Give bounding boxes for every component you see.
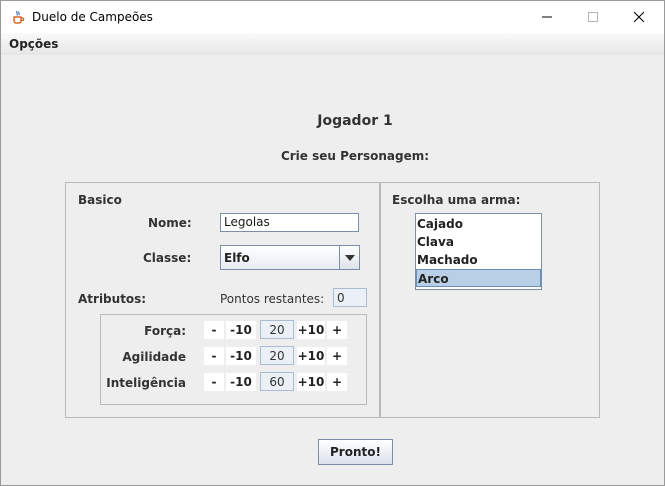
app-window: Duelo de Campeões Opções Jogador 1 Crie … (0, 0, 665, 486)
intelligence-plus10-button[interactable]: +10 (297, 373, 325, 391)
name-label: Nome: (148, 216, 192, 230)
chevron-down-icon (344, 254, 355, 261)
weapon-list[interactable]: Cajado Clava Machado Arco (415, 213, 542, 290)
minimize-icon (542, 16, 552, 18)
class-select-value: Elfo (224, 251, 250, 265)
remaining-points-value: 0 (333, 288, 367, 307)
agility-plus10-button[interactable]: +10 (297, 347, 325, 365)
remaining-points-label: Pontos restantes: (220, 292, 325, 306)
strength-value: 20 (260, 320, 294, 339)
java-cup-icon (13, 10, 25, 24)
attributes-label: Atributos: (78, 292, 147, 306)
weapon-item-cajado[interactable]: Cajado (416, 215, 541, 233)
intelligence-value: 60 (260, 372, 294, 391)
agility-minus10-button[interactable]: -10 (226, 347, 256, 365)
strength-label: Força: (144, 324, 186, 338)
basic-section-label: Basico (78, 193, 122, 207)
maximize-button[interactable] (570, 1, 616, 33)
title-bar: Duelo de Campeões (1, 1, 664, 33)
ready-button[interactable]: Pronto! (318, 439, 393, 465)
class-select[interactable]: Elfo (220, 245, 360, 270)
class-label: Classe: (143, 251, 192, 265)
intelligence-label: Inteligência (106, 376, 186, 390)
class-select-arrow[interactable] (339, 246, 359, 269)
menu-bar: Opções (1, 33, 664, 55)
intelligence-plus-button[interactable]: + (327, 373, 347, 391)
intelligence-minus-button[interactable]: - (204, 373, 224, 391)
close-icon (633, 11, 645, 23)
window-title: Duelo de Campeões (32, 10, 153, 24)
maximize-icon (588, 12, 598, 22)
strength-minus-button[interactable]: - (204, 321, 224, 339)
weapon-label: Escolha uma arma: (392, 193, 521, 207)
agility-value: 20 (260, 346, 294, 365)
menu-options[interactable]: Opções (9, 37, 58, 51)
minimize-button[interactable] (524, 1, 570, 33)
player-title: Jogador 1 (317, 113, 393, 129)
weapon-item-arco[interactable]: Arco (416, 269, 541, 287)
agility-minus-button[interactable]: - (204, 347, 224, 365)
agility-plus-button[interactable]: + (327, 347, 347, 365)
create-character-subtitle: Crie seu Personagem: (280, 149, 430, 163)
strength-plus10-button[interactable]: +10 (297, 321, 325, 339)
strength-plus-button[interactable]: + (327, 321, 347, 339)
weapon-item-clava[interactable]: Clava (416, 233, 541, 251)
strength-minus10-button[interactable]: -10 (226, 321, 256, 339)
close-button[interactable] (616, 1, 662, 33)
intelligence-minus10-button[interactable]: -10 (226, 373, 256, 391)
name-input[interactable]: Legolas (220, 213, 359, 232)
weapon-item-machado[interactable]: Machado (416, 251, 541, 269)
agility-label: Agilidade (122, 350, 186, 364)
